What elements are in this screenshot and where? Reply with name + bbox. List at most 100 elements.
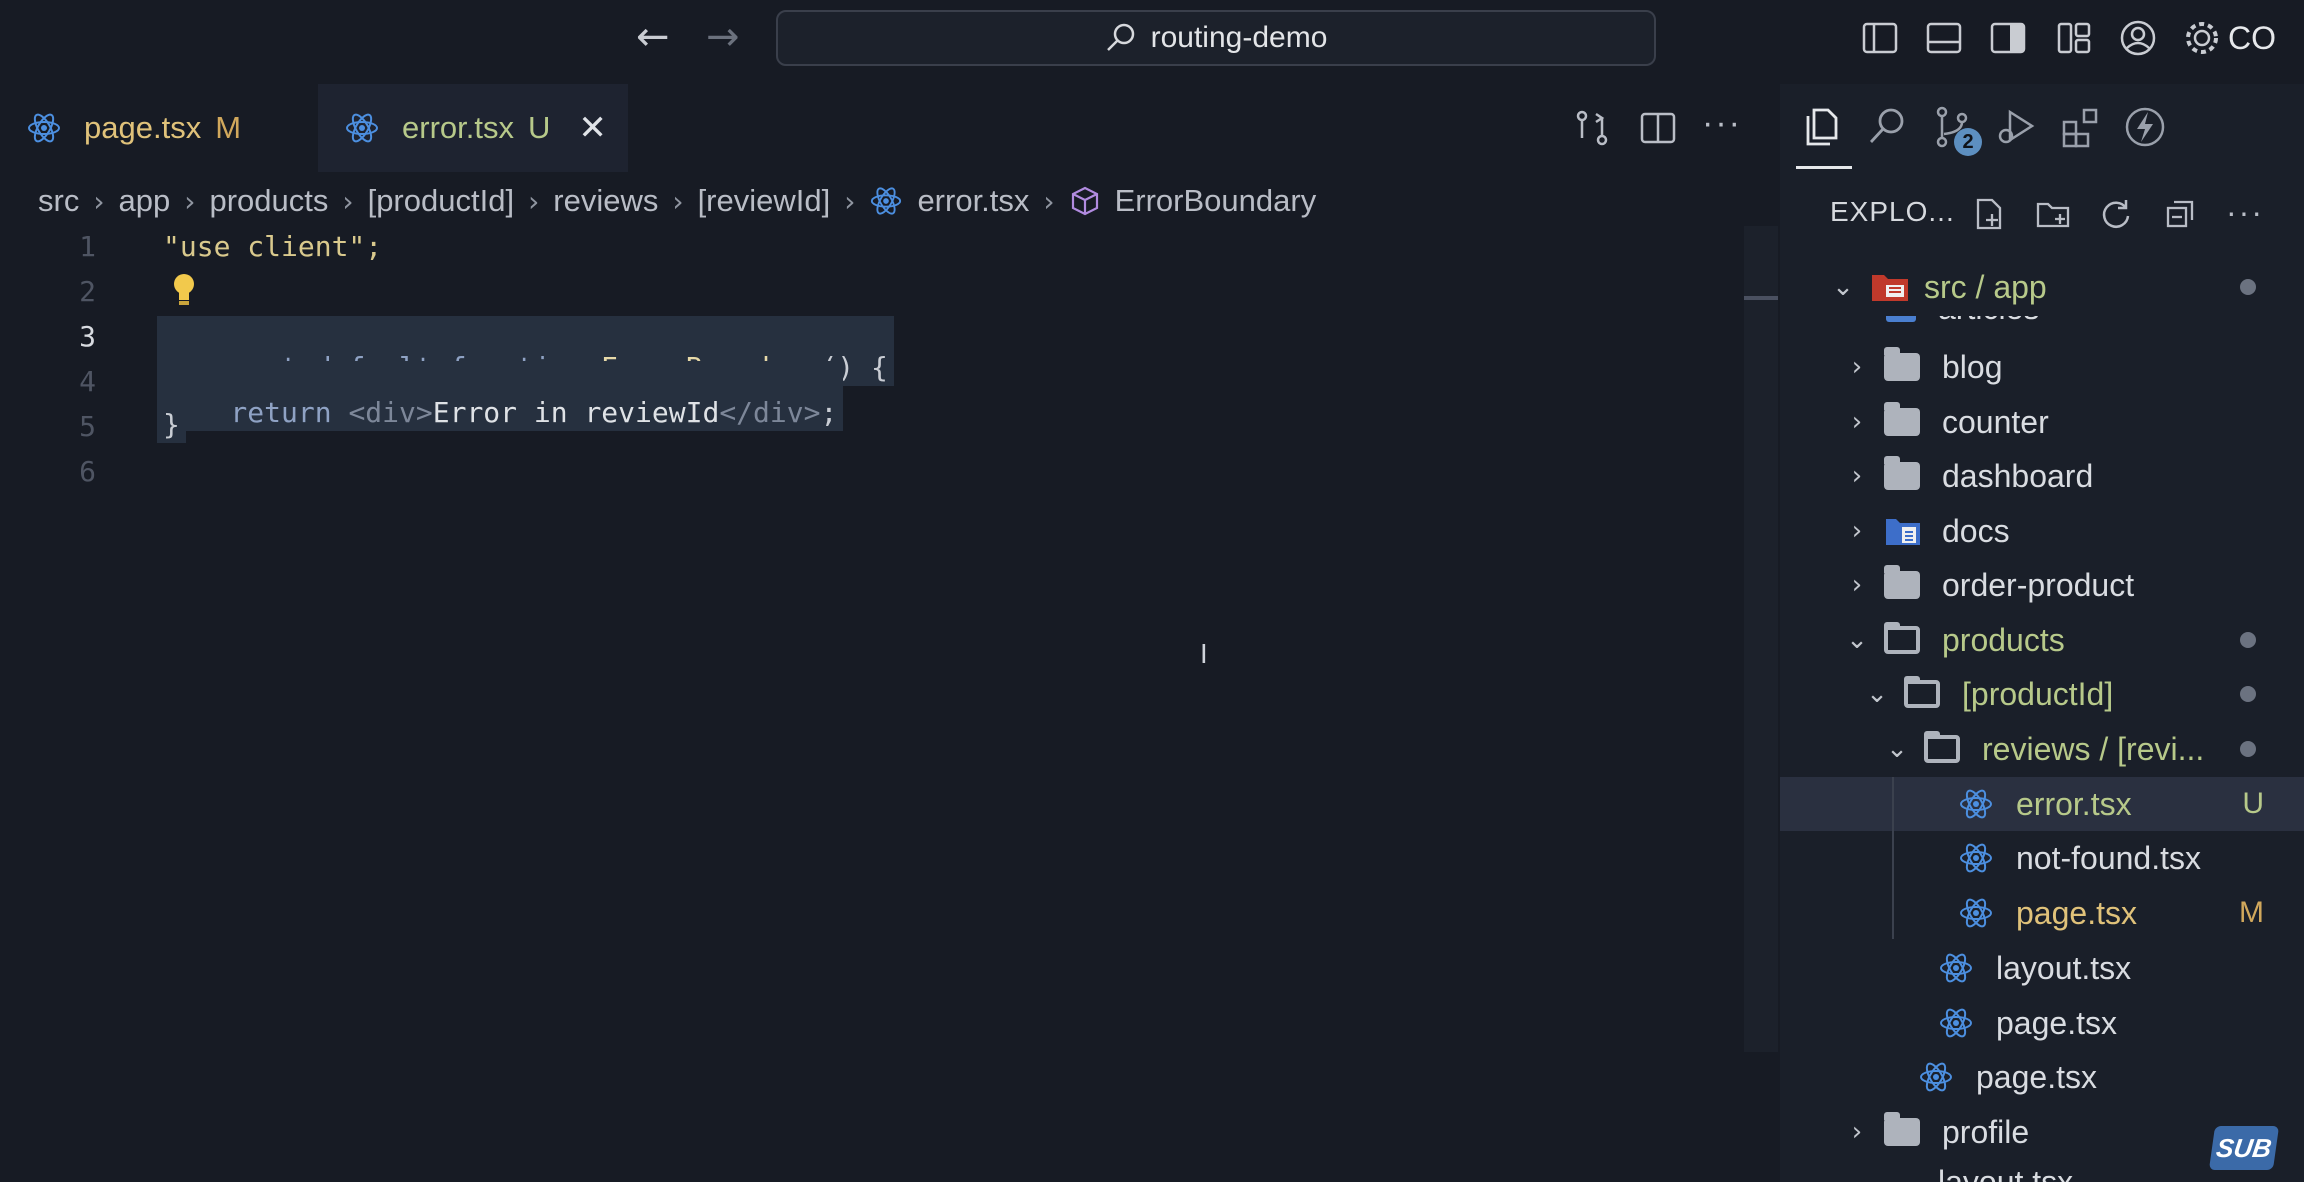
code-line-5: } — [157, 406, 186, 443]
breadcrumb-item[interactable]: ErrorBoundary — [1115, 183, 1317, 219]
breadcrumb-item[interactable]: reviews — [553, 183, 658, 219]
breadcrumb-item[interactable]: src — [38, 183, 79, 219]
tree-item-label: blog — [1942, 348, 2003, 385]
chevron-right-icon: › — [1851, 570, 1863, 600]
tree-item-label: articles — [1938, 316, 2039, 326]
account-label[interactable]: CO — [2228, 20, 2276, 57]
code-tag: </div> — [719, 396, 821, 429]
back-arrow-icon[interactable]: ← — [636, 14, 670, 60]
tree-item-page-tsx[interactable]: page.tsx M — [1780, 886, 2304, 940]
subscribe-watermark: SUB — [2208, 1126, 2280, 1170]
line-number: 5 — [79, 410, 96, 443]
tree-item-reviews[interactable]: ⌄ reviews / [revi... — [1780, 722, 2304, 776]
tree-item-label: [productId] — [1962, 675, 2114, 712]
tree-item-not-found-tsx[interactable]: not-found.tsx — [1780, 831, 2304, 885]
tab-status: U — [527, 110, 551, 145]
explorer-icon[interactable] — [1800, 104, 1846, 150]
symbol-method-icon — [1071, 186, 1098, 216]
tree-item-label: page.tsx — [1976, 1058, 2097, 1095]
search-icon — [1106, 23, 1134, 51]
search-icon[interactable] — [1864, 104, 1910, 150]
line-number: 6 — [79, 455, 96, 488]
lightbulb-icon[interactable] — [170, 272, 198, 308]
toggle-panel-icon[interactable] — [1924, 18, 1964, 58]
breadcrumb-item[interactable]: products — [209, 183, 328, 219]
new-file-icon[interactable] — [1970, 196, 2006, 232]
command-center-search[interactable]: routing-demo — [776, 10, 1656, 66]
react-icon — [1940, 953, 1972, 983]
breadcrumb-item[interactable]: error.tsx — [917, 183, 1029, 219]
open-changes-icon[interactable] — [1572, 108, 1612, 148]
folder-docs-icon — [1886, 316, 1916, 322]
chevron-right-icon: › — [184, 184, 196, 218]
toggle-secondary-sidebar-icon[interactable] — [1988, 18, 2028, 58]
account-icon[interactable] — [2118, 18, 2158, 58]
folder-docs-icon — [1886, 519, 1920, 545]
breadcrumb-item[interactable]: [reviewId] — [698, 183, 831, 219]
forward-arrow-icon[interactable]: → — [706, 14, 740, 60]
lightning-icon[interactable] — [2122, 104, 2168, 150]
more-actions-icon[interactable]: ··· — [2226, 194, 2264, 231]
tree-item-error-tsx[interactable]: error.tsx U — [1780, 777, 2304, 831]
more-actions-icon[interactable]: ··· — [1702, 104, 1742, 143]
tree-item-label: docs — [1942, 512, 2010, 549]
chevron-down-icon: ⌄ — [1832, 272, 1854, 302]
breadcrumb-item[interactable]: app — [119, 183, 171, 219]
tree-item-label: layout.tsx — [1938, 1164, 2074, 1182]
chevron-right-icon: › — [1851, 352, 1863, 382]
modified-dot — [2240, 279, 2256, 295]
git-status: M — [2239, 896, 2264, 929]
react-icon — [28, 113, 60, 143]
tree-item-productid[interactable]: ⌄ [productId] — [1780, 667, 2304, 721]
folder-open-icon — [1924, 731, 1960, 763]
chevron-right-icon: › — [672, 184, 684, 218]
line-number: 1 — [79, 230, 96, 263]
gear-icon[interactable] — [2182, 18, 2222, 58]
folder-icon — [1884, 347, 1920, 381]
chevron-right-icon: › — [93, 184, 105, 218]
folder-icon — [1884, 565, 1920, 599]
chevron-right-icon: › — [1851, 516, 1863, 546]
chevron-right-icon: › — [844, 184, 856, 218]
chevron-right-icon: › — [1043, 184, 1055, 218]
extensions-icon[interactable] — [2058, 104, 2104, 150]
line-number-active: 3 — [79, 320, 96, 353]
tab-error-tsx[interactable]: error.tsx U ✕ — [318, 84, 628, 172]
tree-item-page-tsx[interactable]: page.tsx — [1780, 1050, 2304, 1104]
new-folder-icon[interactable] — [2034, 196, 2072, 232]
refresh-icon[interactable] — [2098, 196, 2134, 232]
chevron-right-icon: › — [528, 184, 540, 218]
tree-item-products[interactable]: ⌄ products — [1780, 613, 2304, 667]
close-icon[interactable]: ✕ — [578, 108, 607, 148]
chevron-down-icon: ⌄ — [1886, 734, 1908, 764]
run-debug-icon[interactable] — [1994, 104, 2040, 150]
tree-item-layout-tsx[interactable]: layout.tsx — [1780, 941, 2304, 995]
folder-icon — [1884, 402, 1920, 436]
tree-item-label: products — [1942, 621, 2065, 658]
collapse-all-icon[interactable] — [2162, 196, 2198, 232]
split-editor-icon[interactable] — [1638, 108, 1678, 148]
tree-item-blog[interactable]: › blog — [1780, 340, 2304, 394]
tree-item-label: order-product — [1942, 566, 2135, 603]
toggle-primary-sidebar-icon[interactable] — [1860, 18, 1900, 58]
scrollbar[interactable] — [1744, 226, 1778, 1052]
code-text: Error in reviewId — [432, 396, 720, 429]
tree-item-label: page.tsx — [2016, 894, 2137, 931]
chevron-down-icon: ⌄ — [1866, 679, 1888, 709]
tree-item-order-product[interactable]: › order-product — [1780, 558, 2304, 612]
tree-item-page-tsx[interactable]: page.tsx — [1780, 996, 2304, 1050]
chevron-right-icon: › — [1851, 461, 1863, 491]
tree-root-folder[interactable]: ⌄ src / app — [1780, 260, 2304, 314]
chevron-right-icon: › — [342, 184, 354, 218]
customize-layout-icon[interactable] — [2054, 18, 2094, 58]
tree-item-docs[interactable]: › docs — [1780, 504, 2304, 558]
scm-badge: 2 — [1954, 128, 1982, 156]
scrollbar-thumb[interactable] — [1744, 296, 1778, 300]
tree-item-dashboard[interactable]: › dashboard — [1780, 449, 2304, 503]
tree-item-articles[interactable]: articles — [1780, 316, 2304, 326]
explorer-title: EXPLO... — [1830, 196, 1955, 227]
react-icon — [1940, 1008, 1972, 1038]
tree-item-counter[interactable]: › counter — [1780, 395, 2304, 449]
breadcrumb-item[interactable]: [productId] — [368, 183, 514, 219]
tab-page-tsx[interactable]: page.tsx M — [0, 84, 318, 172]
